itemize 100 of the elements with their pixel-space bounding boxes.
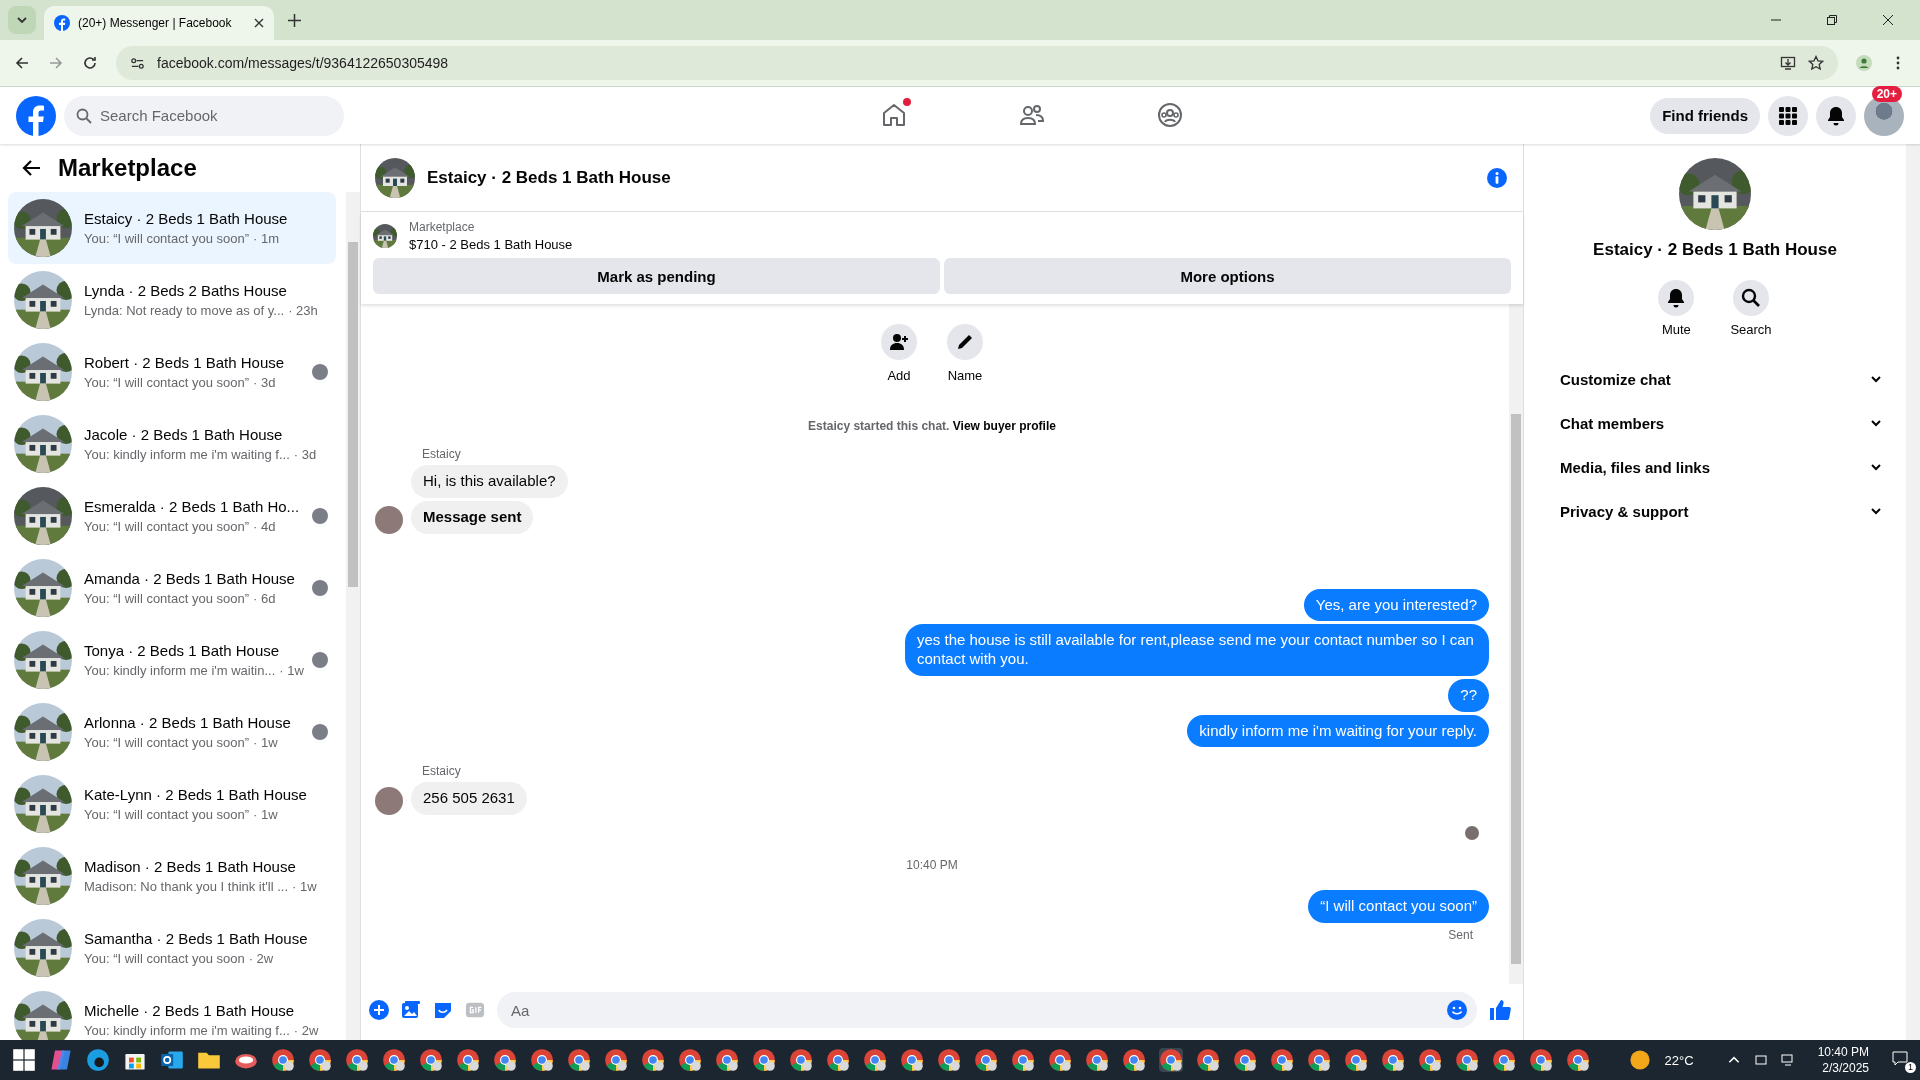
start-icon[interactable]	[12, 1048, 36, 1072]
view-buyer-profile-link[interactable]: View buyer profile	[952, 419, 1056, 433]
accordion-item[interactable]: Privacy & support	[1540, 489, 1890, 533]
scrollbar[interactable]	[346, 192, 360, 1040]
add-person-icon[interactable]	[881, 324, 917, 360]
search-field[interactable]: Search Facebook	[64, 95, 344, 136]
browser-icon[interactable]	[1344, 1048, 1368, 1072]
browser-icon[interactable]	[715, 1048, 739, 1072]
new-tab-icon[interactable]	[288, 13, 301, 27]
accordion-item[interactable]: Media, files and links	[1540, 445, 1890, 489]
conversation-item[interactable]: Esmeralda · 2 Beds 1 Bath Ho... You: “I will contact you soon” · 4d	[8, 480, 336, 552]
notifications-icon[interactable]	[1816, 95, 1856, 136]
profile-icon[interactable]	[1856, 55, 1872, 71]
browser-icon[interactable]	[1233, 1048, 1257, 1072]
address-bar[interactable]: facebook.com/messages/t/9364122650305498	[116, 46, 1838, 80]
action-button[interactable]: More options	[944, 258, 1511, 294]
groups-icon[interactable]	[1157, 101, 1184, 128]
browser-icon[interactable]	[641, 1048, 665, 1072]
message-field[interactable]: Aa	[497, 992, 1477, 1028]
browser-icon[interactable]	[382, 1048, 406, 1072]
browser-icon[interactable]	[308, 1048, 332, 1072]
conversation-item[interactable]: Madison · 2 Beds 1 Bath House Madison: No thank you I think it'll ... · 1w	[8, 840, 336, 912]
accordion-item[interactable]: Chat members	[1540, 401, 1890, 445]
browser-icon[interactable]	[937, 1048, 961, 1072]
browser-icon[interactable]	[1048, 1048, 1072, 1072]
info-icon[interactable]	[1487, 167, 1507, 188]
scrollbar[interactable]	[1509, 304, 1523, 984]
action-button[interactable]: Mark as pending	[373, 258, 940, 294]
accordion-item[interactable]: Customize chat	[1540, 357, 1890, 401]
emoji-icon[interactable]	[1447, 1000, 1467, 1020]
browser-icon[interactable]	[1085, 1048, 1109, 1072]
tab-search-icon[interactable]	[8, 6, 36, 34]
browser-icon[interactable]	[1196, 1048, 1220, 1072]
image-icon[interactable]	[401, 1000, 421, 1020]
browser-icon[interactable]	[1307, 1048, 1331, 1072]
pencil-icon[interactable]	[947, 324, 983, 360]
reload-icon[interactable]	[82, 55, 98, 71]
close-icon[interactable]	[1882, 14, 1894, 26]
browser-icon[interactable]	[1159, 1048, 1183, 1072]
browser-icon[interactable]	[1381, 1048, 1405, 1072]
message-preview: Lynda: Not ready to move as of y...	[84, 303, 285, 318]
browser-icon[interactable]	[789, 1048, 813, 1072]
conversation-item[interactable]: Samantha · 2 Beds 1 Bath House You: “I will contact you soon · 2w	[8, 912, 336, 984]
conversation-item[interactable]: Arlonna · 2 Beds 1 Bath House You: “I will contact you soon” · 1w	[8, 696, 336, 768]
facebook-logo-icon	[54, 15, 70, 31]
browser-icon[interactable]	[567, 1048, 591, 1072]
conversation-item[interactable]: Jacole · 2 Beds 1 Bath House You: kindly inform me i'm waiting f... · 3d	[8, 408, 336, 480]
back-icon[interactable]	[14, 55, 30, 71]
bookmark-star-icon[interactable]	[1808, 55, 1824, 71]
browser-icon[interactable]	[1455, 1048, 1479, 1072]
browser-icon[interactable]	[419, 1048, 443, 1072]
temperature[interactable]: 22°C	[1664, 1052, 1694, 1068]
close-icon[interactable]	[254, 18, 264, 28]
browser-tab[interactable]: (20+) Messenger | Facebook	[44, 6, 274, 40]
browser-icon[interactable]	[345, 1048, 369, 1072]
conversation-item[interactable]: Estaicy · 2 Beds 1 Bath House You: “I will contact you soon” · 1m	[8, 192, 336, 264]
browser-icon[interactable]	[678, 1048, 702, 1072]
back-arrow-icon[interactable]	[22, 158, 42, 178]
browser-icon[interactable]	[863, 1048, 887, 1072]
browser-icon[interactable]	[456, 1048, 480, 1072]
find-friends-button[interactable]: Find friends	[1650, 97, 1760, 134]
conversation-item[interactable]: Amanda · 2 Beds 1 Bath House You: “I will contact you soon” · 6d	[8, 552, 336, 624]
listing-label: Marketplace	[409, 220, 476, 234]
site-settings-icon[interactable]	[130, 55, 145, 71]
conversation-item[interactable]: Tonya · 2 Beds 1 Bath House You: kindly inform me i'm waitin... · 1w	[8, 624, 336, 696]
scrollbar[interactable]	[1906, 144, 1920, 1040]
browser-icon[interactable]	[271, 1048, 295, 1072]
timestamp: 10:40 PM	[906, 858, 958, 872]
forward-icon[interactable]	[48, 55, 64, 71]
conversation-item[interactable]: Robert · 2 Beds 1 Bath House You: “I will contact you soon” · 3d	[8, 336, 336, 408]
bell-icon[interactable]	[1658, 280, 1695, 316]
browser-icon[interactable]	[974, 1048, 998, 1072]
browser-icon[interactable]	[530, 1048, 554, 1072]
browser-icon[interactable]	[1529, 1048, 1553, 1072]
install-app-icon[interactable]	[1780, 55, 1796, 71]
browser-icon[interactable]	[900, 1048, 924, 1072]
browser-icon[interactable]	[1566, 1048, 1590, 1072]
restore-icon[interactable]	[1826, 14, 1838, 26]
browser-icon[interactable]	[604, 1048, 628, 1072]
menu-grid-icon[interactable]	[1768, 95, 1808, 136]
browser-icon[interactable]	[493, 1048, 517, 1072]
browser-icon[interactable]	[752, 1048, 776, 1072]
chevron-down-icon	[1870, 461, 1882, 473]
clock[interactable]: 10:40 PM 2/3/2025	[1817, 1043, 1869, 1077]
browser-icon[interactable]	[826, 1048, 850, 1072]
facebook-logo-icon[interactable]	[16, 95, 56, 136]
browser-icon[interactable]	[1418, 1048, 1442, 1072]
browser-icon[interactable]	[1011, 1048, 1035, 1072]
thumbs-up-icon[interactable]	[1489, 999, 1511, 1021]
browser-icon[interactable]	[1270, 1048, 1294, 1072]
search-icon[interactable]	[1733, 280, 1769, 316]
conversation-item[interactable]: Lynda · 2 Beds 2 Baths House Lynda: Not ready to move as of y... · 23h	[8, 264, 336, 336]
network-icon[interactable]	[1780, 1053, 1795, 1067]
weather-icon[interactable]	[1627, 1048, 1652, 1072]
conversation-item[interactable]: Kate-Lynn · 2 Beds 1 Bath House You: “I will contact you soon” · 1w	[8, 768, 336, 840]
browser-icon[interactable]	[1122, 1048, 1146, 1072]
plus-icon[interactable]	[369, 1000, 389, 1020]
sticker-icon[interactable]	[433, 1000, 453, 1020]
home-icon[interactable]	[881, 101, 908, 128]
browser-icon[interactable]	[1492, 1048, 1516, 1072]
